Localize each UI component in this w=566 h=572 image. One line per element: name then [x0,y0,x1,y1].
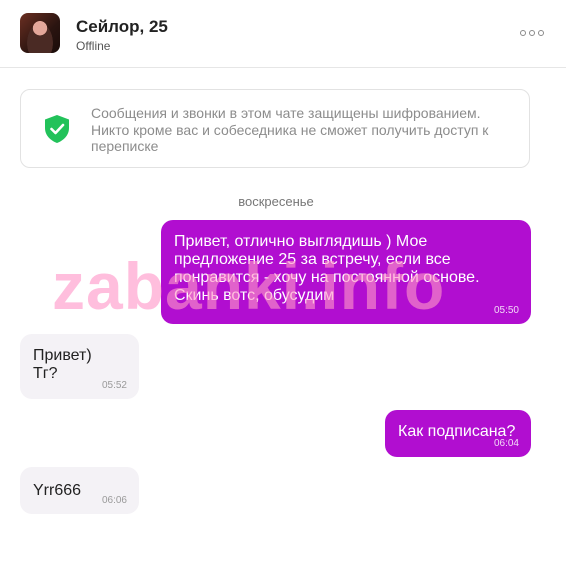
message-bubble-outgoing[interactable]: Привет, отлично выглядишь ) Мое предложе… [161,220,531,324]
day-separator: воскресенье [238,194,314,209]
message-time: 06:04 [493,438,519,449]
dot [520,30,526,36]
contact-avatar[interactable] [20,13,60,53]
encryption-notice: Сообщения и звонки в этом чате защищены … [20,89,530,168]
message-bubble-incoming[interactable]: Yrr666 06:06 [20,467,139,514]
message-time: 06:06 [101,495,127,506]
shield-check-icon [45,115,69,143]
encryption-text: Сообщения и звонки в этом чате защищены … [91,105,489,154]
message-time: 05:52 [101,380,127,391]
chat-header: Сейлор, 25 Offline [0,0,566,68]
contact-status: Offline [76,39,111,53]
message-bubble-incoming[interactable]: Привет) Тг? 05:52 [20,334,139,399]
more-options-icon[interactable] [520,28,544,38]
dot [529,30,535,36]
message-text: Привет, отлично выглядишь ) Мое предложе… [174,233,480,304]
message-time: 05:50 [493,305,519,316]
contact-name[interactable]: Сейлор, 25 [76,17,168,37]
message-bubble-outgoing[interactable]: Как подписана? 06:04 [385,410,531,457]
dot [538,30,544,36]
